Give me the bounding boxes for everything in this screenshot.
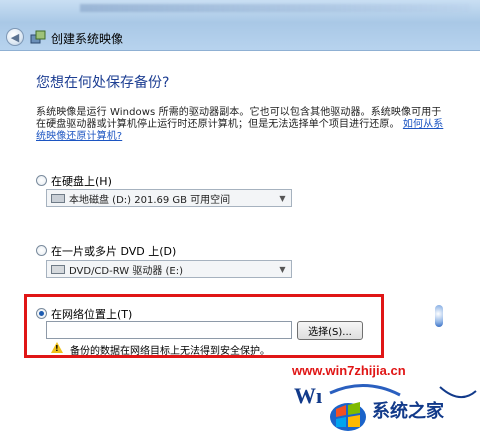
network-label: 在网络位置上(T): [51, 308, 133, 321]
network-location-input[interactable]: [46, 321, 292, 339]
dvd-drive-icon: [51, 264, 65, 274]
hard-disk-label: 在硬盘上(H): [51, 175, 112, 188]
description-text: 系统映像是运行 Windows 所需的驱动器副本。它也可以包含其他驱动器。系统映…: [36, 107, 442, 130]
page-heading: 您想在何处保存备份?: [36, 75, 170, 91]
hard-disk-dropdown[interactable]: 本地磁盘 (D:) 201.69 GB 可用空间 ▼: [46, 189, 292, 207]
hard-disk-selected: 本地磁盘 (D:) 201.69 GB 可用空间: [69, 194, 231, 206]
network-radio[interactable]: [36, 308, 47, 319]
blurred-background-strip: [80, 4, 470, 12]
svg-text:Wı: Wı: [294, 383, 322, 408]
chevron-down-icon: ▼: [279, 265, 286, 274]
warning-icon: !: [51, 342, 63, 353]
wizard-content: 您想在何处保存备份? 系统映像是运行 Windows 所需的驱动器副本。它也可以…: [0, 51, 480, 438]
backup-app-icon: [30, 30, 46, 44]
watermark-logo: Wı 系统之家: [290, 375, 480, 438]
back-button[interactable]: ◀: [6, 28, 24, 46]
browse-button[interactable]: 选择(S)...: [297, 321, 363, 340]
hard-disk-icon: [51, 193, 65, 203]
watermark-brand: 系统之家: [372, 401, 444, 421]
hard-disk-radio[interactable]: [36, 175, 47, 186]
dvd-selected: DVD/CD-RW 驱动器 (E:): [69, 265, 184, 277]
window-title: 创建系统映像: [51, 32, 124, 46]
dvd-dropdown[interactable]: DVD/CD-RW 驱动器 (E:) ▼: [46, 260, 292, 278]
dvd-radio[interactable]: [36, 245, 47, 256]
network-warning: 备份的数据在网络目标上无法得到安全保护。: [70, 346, 270, 357]
title-bar: ◀ 创建系统映像: [0, 0, 480, 51]
chevron-down-icon: ▼: [279, 194, 286, 203]
back-arrow-icon: ◀: [10, 30, 20, 44]
scroll-indicator[interactable]: [435, 305, 443, 327]
dvd-label: 在一片或多片 DVD 上(D): [51, 245, 177, 258]
description: 系统映像是运行 Windows 所需的驱动器副本。它也可以包含其他驱动器。系统映…: [36, 107, 446, 143]
